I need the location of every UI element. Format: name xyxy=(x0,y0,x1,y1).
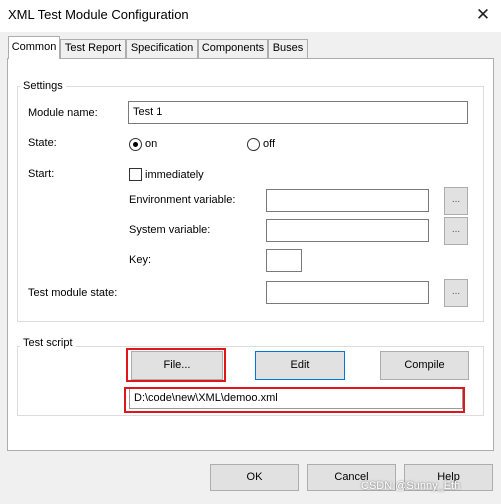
env-var-input[interactable] xyxy=(266,189,429,212)
immediately-checkbox[interactable] xyxy=(129,168,142,181)
tab-panel-common: Settings Module name: Test 1 State: on o… xyxy=(7,58,494,451)
tab-buses[interactable]: Buses xyxy=(268,39,308,58)
test-script-legend: Test script xyxy=(20,337,76,349)
key-label: Key: xyxy=(129,254,152,266)
sys-var-label: System variable: xyxy=(129,224,211,236)
edit-button[interactable]: Edit xyxy=(255,351,345,380)
ok-button[interactable]: OK xyxy=(210,464,299,491)
close-icon[interactable]: ✕ xyxy=(471,3,495,27)
state-off-label[interactable]: off xyxy=(263,138,275,151)
window-title: XML Test Module Configuration xyxy=(8,7,189,22)
compile-button[interactable]: Compile xyxy=(380,351,469,380)
tab-specification[interactable]: Specification xyxy=(126,39,198,58)
tab-common[interactable]: Common xyxy=(8,36,60,59)
tab-components[interactable]: Components xyxy=(198,39,268,58)
settings-legend: Settings xyxy=(20,80,66,92)
state-on-label[interactable]: on xyxy=(145,138,157,151)
state-label: State: xyxy=(28,137,57,149)
sys-var-browse-button[interactable]: ... xyxy=(444,217,468,245)
module-name-label: Module name: xyxy=(28,107,98,119)
title-bar: XML Test Module Configuration ✕ xyxy=(0,0,501,32)
env-var-browse-button[interactable]: ... xyxy=(444,187,468,215)
dialog-window: XML Test Module Configuration ✕ Common T… xyxy=(0,0,501,504)
module-state-browse-button[interactable]: ... xyxy=(444,279,468,307)
start-label: Start: xyxy=(28,168,55,180)
sys-var-input[interactable] xyxy=(266,219,429,242)
module-state-label: Test module state: xyxy=(28,287,118,299)
file-button-highlight xyxy=(126,348,226,382)
module-state-input[interactable] xyxy=(266,281,429,304)
tab-test-report[interactable]: Test Report xyxy=(60,39,126,58)
script-path-highlight xyxy=(124,387,465,413)
module-name-input[interactable]: Test 1 xyxy=(128,101,468,124)
key-input[interactable] xyxy=(266,249,302,272)
env-var-label: Environment variable: xyxy=(129,194,236,206)
immediately-label[interactable]: immediately xyxy=(145,169,204,182)
radio-selected-dot xyxy=(133,142,138,147)
state-on-radio[interactable] xyxy=(129,138,142,151)
watermark-text: CSDN @Sunny_Eth xyxy=(361,480,461,492)
state-off-radio[interactable] xyxy=(247,138,260,151)
